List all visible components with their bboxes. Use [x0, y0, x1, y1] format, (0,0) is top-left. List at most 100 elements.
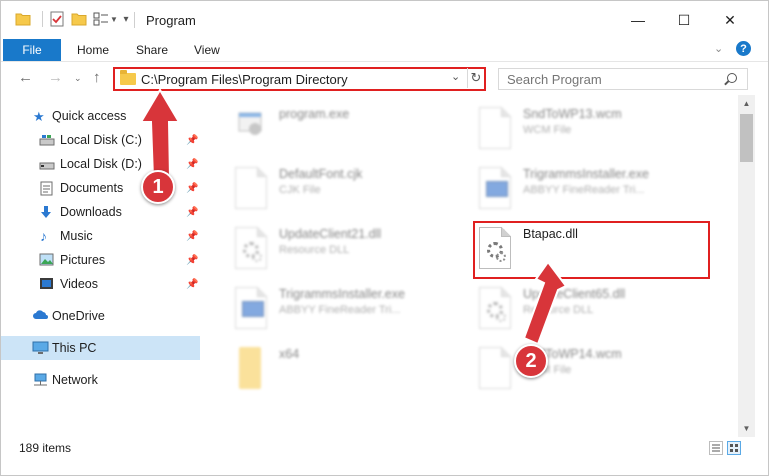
minimize-button[interactable]: — — [615, 1, 661, 39]
close-button[interactable]: ✕ — [707, 1, 753, 39]
file-type: ABBYY FineReader Tri... — [523, 184, 645, 196]
chevron-down-icon[interactable]: ⌄ — [451, 70, 460, 83]
sidebar-item-videos[interactable]: Videos 📌 — [1, 272, 200, 296]
status-bar: 189 items — [1, 437, 768, 459]
file-item[interactable]: SndToWP13.wcm WCM File — [457, 107, 692, 163]
scrollbar-thumb[interactable] — [740, 114, 753, 162]
computer-icon — [32, 341, 49, 355]
file-item[interactable]: UpdateClient21.dll Resource DLL — [213, 227, 448, 283]
folder-icon — [15, 10, 31, 28]
customize-toolbar-icon[interactable]: ▾ — [121, 10, 131, 28]
sidebar-item-quick-access[interactable]: ★ Quick access — [1, 104, 200, 128]
tab-file[interactable]: File — [3, 39, 61, 61]
refresh-icon[interactable]: ↻ — [467, 68, 484, 88]
sidebar-item-label: Pictures — [60, 253, 106, 267]
dll-icon — [235, 227, 267, 269]
sidebar-item-local-disk-c[interactable]: Local Disk (C:) 📌 — [1, 128, 200, 152]
file-name: TrigrammsInstaller.exe — [523, 167, 649, 181]
file-item[interactable]: UpdateClient65.dll Resource DLL — [457, 287, 692, 343]
file-item[interactable]: TrigrammsInstaller.exe ABBYY FineReader … — [457, 167, 692, 223]
up-arrow-icon[interactable]: ↑ — [93, 69, 101, 86]
network-icon — [32, 373, 48, 387]
chevron-down-icon[interactable]: ▼ — [110, 10, 118, 28]
file-name: DefaultFont.cjk — [279, 167, 363, 181]
sidebar-item-label: Videos — [60, 277, 98, 291]
search-input[interactable] — [507, 72, 707, 87]
address-bar[interactable]: C:\Program Files\Program Directory ⌄ ↻ — [113, 67, 486, 91]
document-icon — [479, 107, 511, 149]
file-type: Resource DLL — [279, 244, 350, 256]
help-icon[interactable]: ? — [736, 41, 751, 56]
search-box[interactable] — [498, 68, 748, 90]
file-item[interactable]: DefaultFont.cjk CJK File — [213, 167, 448, 223]
sidebar-item-label: Downloads — [60, 205, 122, 219]
pin-icon[interactable]: 📌 — [186, 159, 198, 170]
sidebar-item-onedrive[interactable]: OneDrive — [1, 304, 200, 328]
sidebar-item-pictures[interactable]: Pictures 📌 — [1, 248, 200, 272]
item-count: 189 items — [19, 441, 72, 455]
ribbon-tabs: File Home Share View ⌄ ? — [1, 39, 768, 61]
separator — [41, 10, 43, 28]
pictures-icon — [39, 253, 55, 267]
file-name: x64 — [279, 347, 300, 361]
document-icon — [479, 347, 511, 389]
pin-icon[interactable]: 📌 — [186, 183, 198, 194]
file-type: Resource DLL — [523, 304, 594, 316]
expand-ribbon-icon[interactable]: ⌄ — [714, 42, 723, 55]
file-item[interactable]: TrigrammsInstaller.exe ABBYY FineReader … — [213, 287, 448, 343]
pin-icon[interactable]: 📌 — [186, 255, 198, 266]
pin-icon[interactable]: 📌 — [186, 207, 198, 218]
star-icon: ★ — [33, 109, 45, 124]
sidebar-item-label: Quick access — [52, 109, 127, 123]
sidebar-item-label: Local Disk (D:) — [60, 157, 142, 171]
sidebar-item-label: Network — [52, 373, 98, 387]
pin-icon[interactable]: 📌 — [186, 135, 198, 146]
file-item[interactable]: SndToWP14.wcm WCM File — [457, 347, 692, 403]
recent-locations-icon[interactable]: ⌄ — [74, 73, 82, 84]
separator — [134, 12, 135, 28]
file-explorer-window: ▼ ▾ Program — ☐ ✕ File Home Share View ⌄… — [0, 0, 769, 476]
navigation-pane: ★ Quick access Local Disk (C:) 📌 Local D… — [1, 95, 201, 437]
sidebar-item-local-disk-d[interactable]: Local Disk (D:) 📌 — [1, 152, 200, 176]
forward-arrow-icon[interactable]: → — [48, 69, 63, 86]
sidebar-item-label: OneDrive — [52, 309, 105, 323]
step-badge-1: 1 — [141, 170, 175, 204]
sidebar-item-label: This PC — [52, 341, 97, 355]
dll-icon — [479, 287, 511, 329]
back-arrow-icon[interactable]: ← — [18, 69, 33, 86]
search-icon[interactable] — [727, 73, 737, 83]
properties-icon[interactable] — [49, 10, 65, 28]
file-type: WCM File — [523, 124, 572, 136]
tab-home[interactable]: Home — [77, 43, 109, 57]
folder-icon — [120, 70, 136, 85]
file-type: ABBYY FineReader Tri... — [279, 304, 401, 316]
file-name: SndToWP13.wcm — [523, 107, 622, 121]
sidebar-item-label: Local Disk (C:) — [60, 133, 142, 147]
scroll-up-icon[interactable]: ▲ — [738, 95, 755, 112]
file-type: CJK File — [279, 184, 321, 196]
pin-icon[interactable]: 📌 — [186, 231, 198, 242]
sidebar-item-music[interactable]: ♪ Music 📌 — [1, 224, 200, 248]
vertical-scrollbar[interactable]: ▲ ▼ — [738, 95, 755, 437]
file-item[interactable]: x64 — [213, 347, 448, 403]
tab-share[interactable]: Share — [136, 43, 168, 57]
app-icon — [479, 167, 511, 209]
new-folder-icon[interactable] — [71, 10, 87, 28]
music-icon: ♪ — [40, 228, 47, 244]
document-icon — [235, 167, 267, 209]
sidebar-item-network[interactable]: Network — [1, 368, 200, 392]
tab-view[interactable]: View — [194, 43, 220, 57]
app-icon — [235, 287, 267, 329]
view-options-icon[interactable] — [92, 10, 110, 28]
sidebar-item-this-pc[interactable]: This PC — [1, 336, 200, 360]
address-path[interactable]: C:\Program Files\Program Directory — [141, 72, 348, 87]
details-view-icon[interactable] — [709, 441, 723, 455]
pin-icon[interactable]: 📌 — [186, 279, 198, 290]
scroll-down-icon[interactable]: ▼ — [738, 420, 755, 437]
large-icons-view-icon[interactable] — [727, 441, 741, 455]
file-name: UpdateClient65.dll — [523, 287, 626, 301]
file-item[interactable]: program.exe — [213, 107, 448, 163]
sidebar-item-downloads[interactable]: Downloads 📌 — [1, 200, 200, 224]
maximize-button[interactable]: ☐ — [661, 1, 707, 39]
file-name: UpdateClient21.dll — [279, 227, 382, 241]
